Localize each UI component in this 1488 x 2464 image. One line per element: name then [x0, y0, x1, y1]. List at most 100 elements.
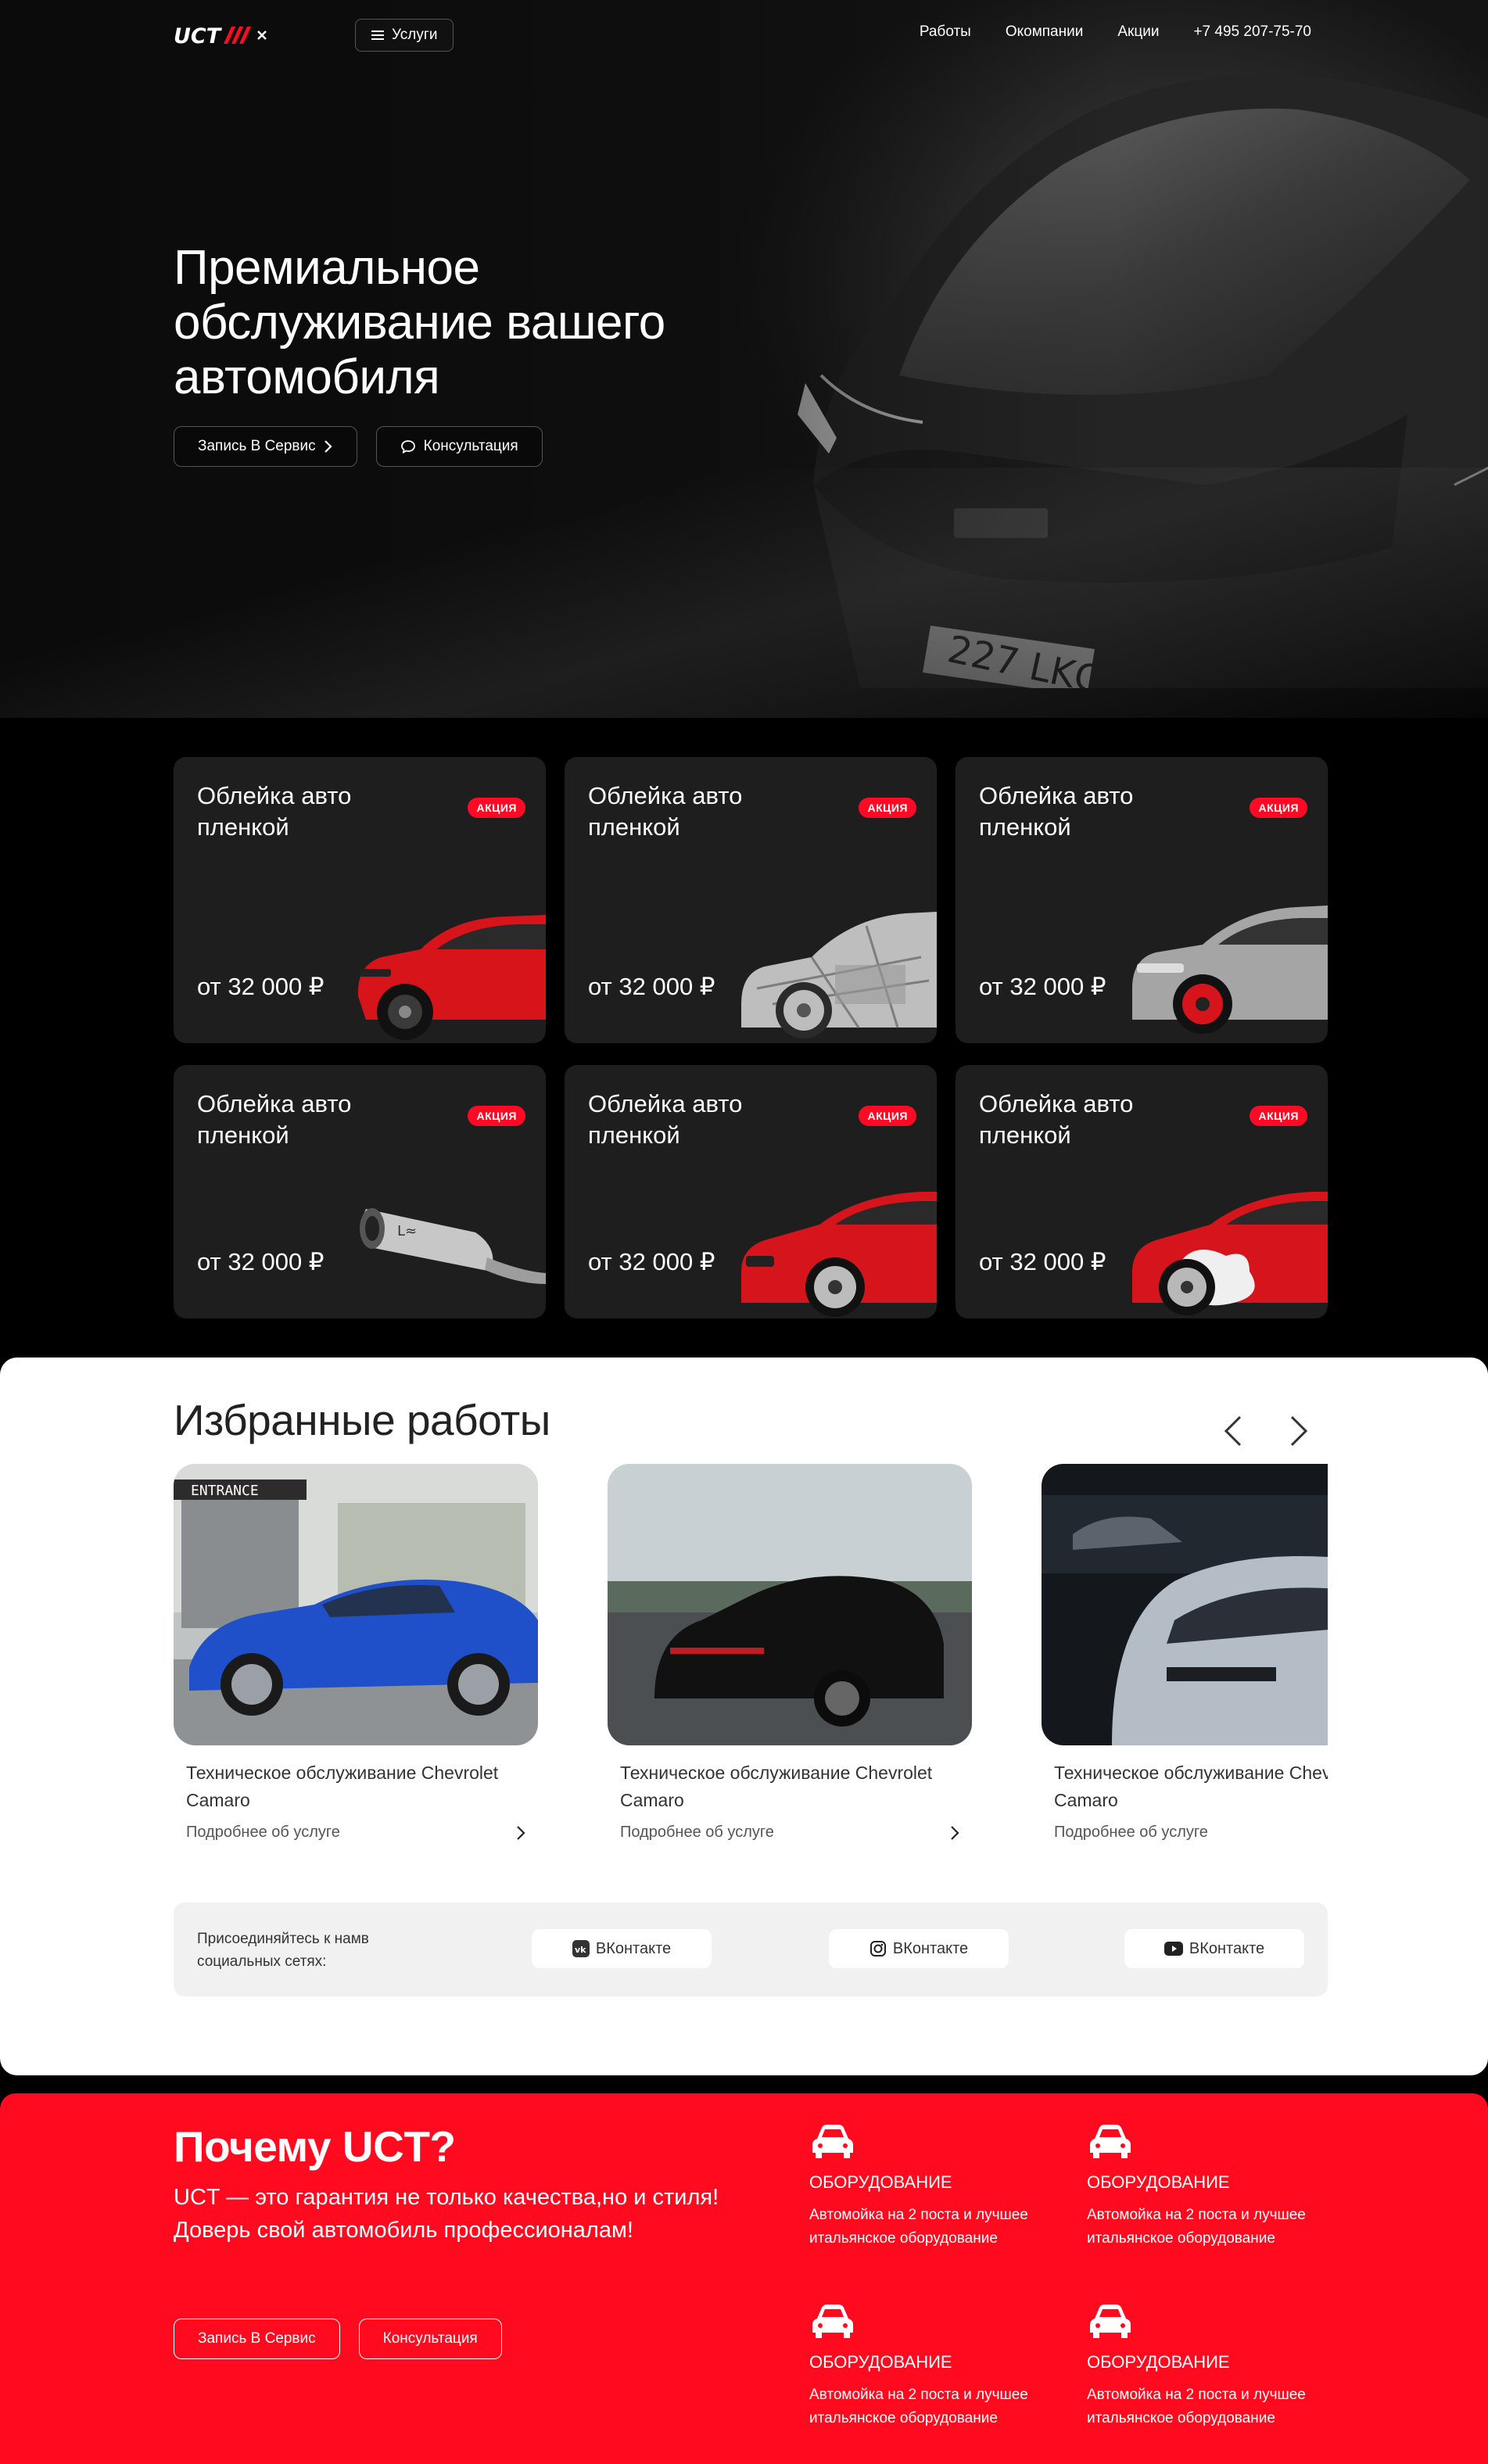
promo-card-price: от 32 000 ₽ [588, 1248, 715, 1275]
svg-text:vk: vk [575, 1945, 586, 1955]
work-more-link[interactable]: Подробнее об услуге [186, 1824, 525, 1842]
work-more-link[interactable]: Подробнее об услуге [1054, 1824, 1328, 1842]
why-service-booking-label: Запись В Сервис [198, 2330, 316, 2347]
featured-works-section: Избранные работы ENTRANCE Техническое об… [0, 1358, 1488, 2075]
social-lead-text: Присоединяйтесь к намв социальных сетях: [197, 1931, 369, 1970]
service-booking-label: Запись В Сервис [198, 438, 316, 454]
promo-badge: АКЦИЯ [468, 798, 525, 818]
youtube-icon [1164, 1942, 1183, 1956]
car-icon [1090, 2125, 1131, 2158]
carousel-next-arrow-icon[interactable] [1282, 1412, 1314, 1450]
carousel-prev-arrow-icon[interactable] [1218, 1412, 1250, 1450]
main-nav: Работы Окомпании Акции +7 495 207-75-70 [920, 23, 1311, 41]
svg-text:UCT: UCT [174, 24, 223, 47]
uct-logo[interactable]: UCT [174, 23, 283, 47]
promo-badge: АКЦИЯ [859, 798, 916, 818]
work-photo-blue-bmw: ENTRANCE [174, 1464, 538, 1745]
feature-item: ОБОРУДОВАНИЕ Автомойка на 2 поста и лучш… [1087, 2121, 1353, 2251]
feature-description: Автомойка на 2 поста и лучшее итальянско… [809, 2207, 1028, 2247]
nav-link-works[interactable]: Работы [920, 23, 971, 41]
grey-suv-image [1132, 906, 1328, 1034]
work-card[interactable]: Техническое обслуживание Chevrolet Camar… [1042, 1464, 1328, 1842]
works-carousel: ENTRANCE Техническое обслуживание Chevro… [174, 1464, 1328, 1855]
top-navigation: UCT Услуги Работы Окомпании Акции +7 495… [0, 0, 1488, 70]
feature-item: ОБОРУДОВАНИЕ Автомойка на 2 поста и лучш… [809, 2121, 1075, 2251]
services-menu-label: Услуги [392, 27, 438, 43]
why-title: Почему UCT? [174, 2122, 456, 2171]
promo-card[interactable]: Облейка авто пленкой АКЦИЯ от 32 000 ₽ [174, 757, 546, 1043]
promo-card[interactable]: Облейка авто пленкой АКЦИЯ от 32 000 ₽ [956, 757, 1328, 1043]
car-icon [812, 2304, 853, 2338]
promo-card-price: от 32 000 ₽ [197, 973, 324, 1000]
red-sedan-image [741, 1192, 937, 1317]
work-card[interactable]: ENTRANCE Техническое обслуживание Chevro… [174, 1464, 538, 1842]
promo-card-price: от 32 000 ₽ [197, 1248, 324, 1275]
services-menu-button[interactable]: Услуги [355, 19, 454, 52]
social-button-instagram[interactable]: ВКонтакте [829, 1929, 1009, 1968]
why-consultation-button[interactable]: Консультация [358, 2319, 502, 2359]
svg-text:ENTRANCE: ENTRANCE [191, 1483, 259, 1499]
work-more-label: Подробнее об услуге [620, 1824, 774, 1841]
consultation-label: Консультация [423, 438, 518, 454]
social-button-label: ВКонтакте [595, 1939, 672, 1957]
feature-description: Автомойка на 2 поста и лучшее итальянско… [809, 2387, 1028, 2426]
feature-title: ОБОРУДОВАНИЕ [809, 2352, 952, 2372]
work-card[interactable]: Техническое обслуживание Chevrolet Camar… [608, 1464, 972, 1842]
feature-title: ОБОРУДОВАНИЕ [809, 2172, 952, 2192]
red-suv-image [357, 915, 546, 1040]
feature-description: Автомойка на 2 поста и лучшее итальянско… [1087, 2387, 1306, 2426]
car-icon [1090, 2304, 1131, 2338]
hero-section: 227 LKG UCT Услуги Работы Окомпании Акци… [0, 0, 1488, 718]
promo-card-title: Облейка авто пленкой [979, 1090, 1134, 1149]
why-uct-section: Почему UCT? UCT — это гарантия не только… [0, 2093, 1488, 2464]
work-caption: Техническое обслуживание Chevrolet Camar… [186, 1763, 499, 1810]
red-sedan-foam-image [1132, 1192, 1328, 1315]
service-booking-button[interactable]: Запись В Сервис [174, 426, 357, 467]
nav-link-about[interactable]: Окомпании [1006, 23, 1084, 41]
xray-car-image [741, 912, 937, 1038]
promo-card[interactable]: Облейка авто пленкой АКЦИЯ от 32 000 ₽ [565, 757, 937, 1043]
promo-card-title: Облейка авто пленкой [197, 1090, 352, 1149]
exhaust-image: L≈ [360, 1208, 546, 1284]
promo-badge: АКЦИЯ [1250, 798, 1307, 818]
social-button-youtube[interactable]: ВКонтакте [1124, 1929, 1304, 1968]
hamburger-icon [371, 30, 384, 40]
feature-title: ОБОРУДОВАНИЕ [1087, 2172, 1230, 2192]
car-icon [812, 2125, 853, 2158]
feature-item: ОБОРУДОВАНИЕ Автомойка на 2 поста и лучш… [809, 2301, 1075, 2430]
vk-icon: vk [572, 1940, 590, 1957]
hero-title: Премиальное обслуживание вашего автомоби… [174, 241, 665, 404]
promo-card-price: от 32 000 ₽ [979, 973, 1106, 1000]
promo-badge: АКЦИЯ [468, 1106, 525, 1126]
promo-card[interactable]: Облейка авто пленкой АКЦИЯ от 32 000 ₽ [565, 1065, 937, 1318]
feature-description: Автомойка на 2 поста и лучшее итальянско… [1087, 2207, 1306, 2247]
social-button-label: ВКонтакте [1189, 1939, 1265, 1957]
promo-badge: АКЦИЯ [859, 1106, 916, 1126]
social-bar: Присоединяйтесь к намв социальных сетях:… [174, 1903, 1328, 1996]
promo-card-title: Облейка авто пленкой [588, 782, 743, 841]
promo-card-title: Облейка авто пленкой [588, 1090, 743, 1149]
feature-title: ОБОРУДОВАНИЕ [1087, 2352, 1230, 2372]
instagram-icon [869, 1941, 886, 1956]
consultation-button[interactable]: Консультация [375, 426, 543, 467]
nav-link-promo[interactable]: Акции [1117, 23, 1159, 41]
social-button-vk[interactable]: vk ВКонтакте [532, 1929, 712, 1968]
promo-card[interactable]: Облейка авто пленкой АКЦИЯ от 32 000 ₽ L… [174, 1065, 546, 1318]
work-photo-black-porsche [608, 1464, 972, 1745]
promo-card-price: от 32 000 ₽ [979, 1248, 1106, 1275]
social-button-label: ВКонтакте [892, 1939, 969, 1957]
promo-card-title: Облейка авто пленкой [979, 782, 1134, 841]
feature-item: ОБОРУДОВАНИЕ Автомойка на 2 поста и лучш… [1087, 2301, 1353, 2430]
why-service-booking-button[interactable]: Запись В Сервис [174, 2319, 340, 2359]
promo-card[interactable]: Облейка авто пленкой АКЦИЯ от 32 000 ₽ [956, 1065, 1328, 1318]
chevron-right-icon [517, 1825, 525, 1840]
work-more-label: Подробнее об услуге [186, 1824, 340, 1841]
promo-card-title: Облейка авто пленкой [197, 782, 352, 841]
svg-text:L≈: L≈ [397, 1223, 417, 1239]
works-title: Избранные работы [174, 1396, 550, 1444]
promo-card-price: от 32 000 ₽ [588, 973, 715, 1000]
work-more-link[interactable]: Подробнее об услуге [620, 1824, 959, 1842]
why-consultation-label: Консультация [382, 2330, 478, 2347]
nav-link-phone[interactable]: +7 495 207-75-70 [1193, 23, 1311, 41]
work-caption: Техническое обслуживание Chevrolet Camar… [1054, 1763, 1328, 1810]
